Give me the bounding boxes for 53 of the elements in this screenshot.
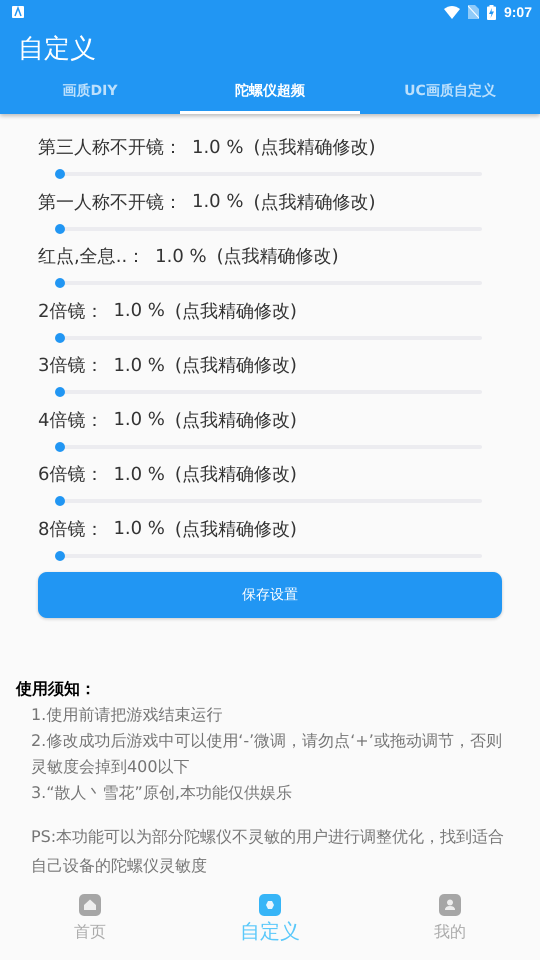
slider-thumb[interactable] [55, 224, 65, 234]
setting-label: 第一人称不开镜： [38, 190, 182, 214]
slider[interactable] [55, 224, 482, 234]
slider[interactable] [55, 169, 482, 179]
setting-label: 8倍镜： [38, 518, 104, 540]
note-text: 3.“散人丶雪花”原创,本功能仅供娱乐 [30, 782, 293, 804]
edit-link[interactable]: (点我精确修改) [174, 462, 297, 486]
edit-link[interactable]: (点我精确修改) [174, 298, 297, 322]
setting-label: 2倍镜： [38, 300, 104, 322]
edit-link[interactable]: (点我精确修改) [216, 244, 339, 268]
setting-value: 1.0 % [113, 518, 165, 539]
ps-note: PS:本功能可以为部分陀螺仪不灵敏的用户进行调整优化，找到适合自己设备的陀螺仪灵敏度 [30, 826, 506, 877]
wifi-icon [444, 6, 460, 18]
slider[interactable] [55, 442, 482, 452]
setting-value: 1.0 % [155, 246, 207, 266]
setting-label: 6倍镜： [38, 463, 104, 486]
slider[interactable] [55, 332, 482, 342]
setting-value: 1.0 % [113, 409, 165, 430]
edit-link[interactable]: (点我精确修改) [174, 516, 297, 540]
slider[interactable] [55, 278, 482, 288]
edit-link[interactable]: (点我精确修改) [253, 135, 376, 159]
slider[interactable] [55, 550, 482, 560]
slider-thumb[interactable] [55, 442, 65, 452]
note-text: 2.修改成功后游戏中可以使用‘-’微调，请勿点‘+’或拖动调节，否则灵敏度会掉到400以下 [30, 730, 503, 778]
notes-heading: 使用须知： [16, 679, 97, 700]
app-notification-icon [12, 6, 24, 18]
battery-charging-icon [486, 4, 496, 20]
note-text: 1.使用前请把游戏结束运行 [30, 704, 224, 726]
setting-label: 3倍镜： [38, 354, 104, 377]
setting-label: 4倍镜： [38, 408, 104, 432]
person-icon [439, 894, 461, 916]
slider-thumb[interactable] [55, 550, 65, 560]
setting-label: 红点,全息..： [38, 245, 146, 268]
setting-value: 1.0 % [113, 354, 165, 376]
slider-thumb[interactable] [55, 387, 65, 397]
slider-thumb[interactable] [55, 278, 65, 288]
edit-link[interactable]: (点我精确修改) [174, 353, 297, 377]
slider[interactable] [55, 496, 482, 506]
edit-link[interactable]: (点我精确修改) [253, 190, 376, 214]
no-sim-icon [468, 5, 479, 19]
slider-thumb[interactable] [55, 169, 65, 179]
setting-value: 1.0 % [113, 300, 165, 321]
setting-value: 1.0 % [113, 464, 165, 484]
clock-time: 9:07 [504, 4, 532, 20]
edit-link[interactable]: (点我精确修改) [174, 408, 297, 432]
app-bar-title: 自定义 [17, 33, 97, 66]
slider[interactable] [55, 387, 482, 397]
slider-thumb[interactable] [55, 332, 65, 342]
slider-thumb[interactable] [55, 496, 65, 506]
setting-value: 1.0 % [192, 136, 244, 158]
home-icon [79, 894, 101, 916]
setting-label: 第三人称不开镜： [38, 136, 182, 159]
setting-value: 1.0 % [192, 191, 244, 212]
